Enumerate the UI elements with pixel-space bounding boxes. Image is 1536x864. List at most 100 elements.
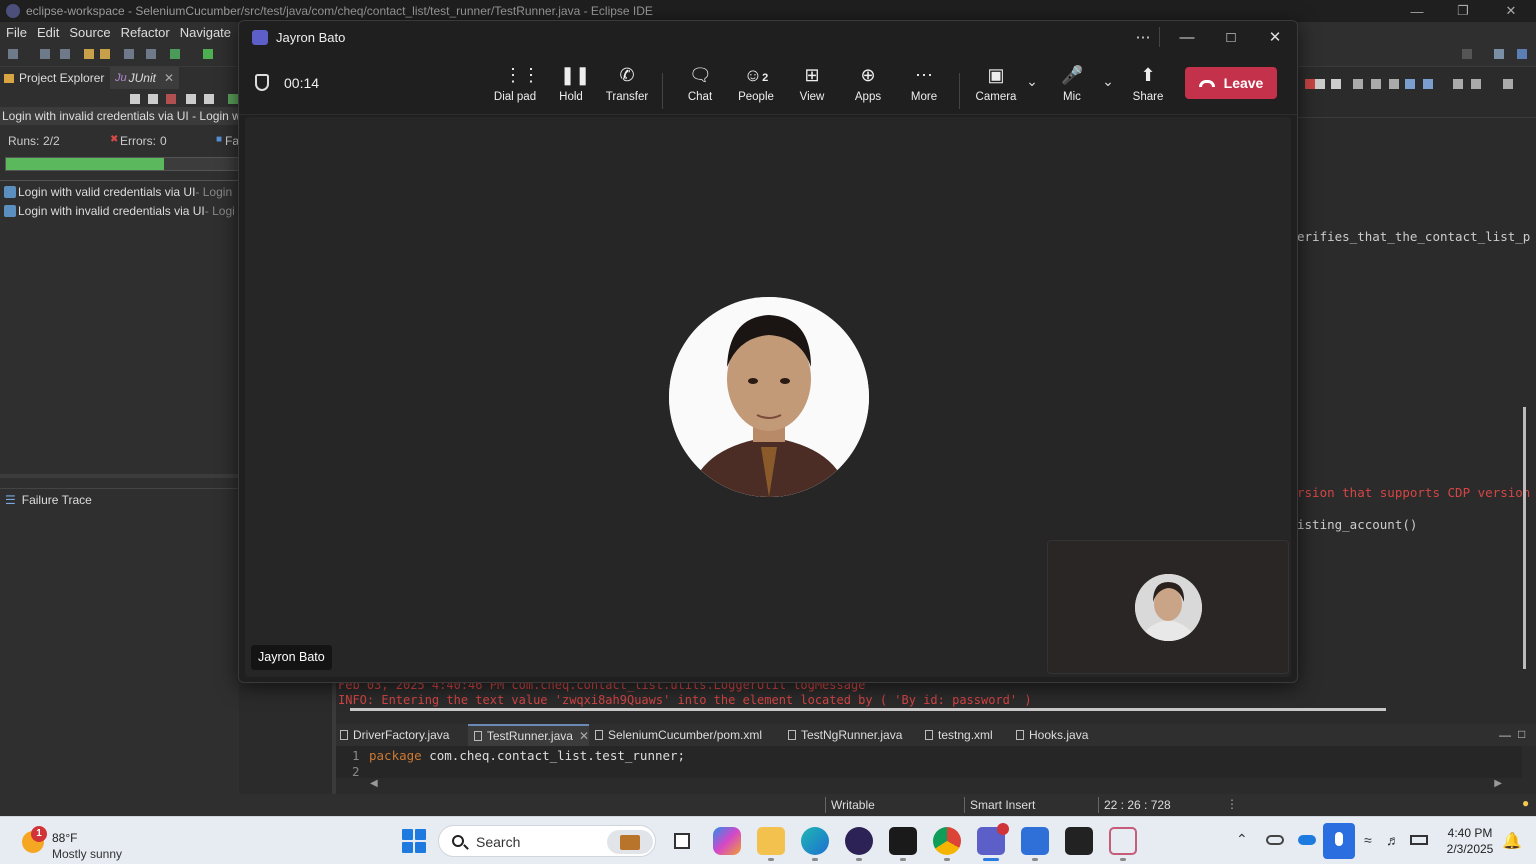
rerun-failed-icon[interactable] xyxy=(228,94,238,104)
apps-button[interactable]: ⊕ Apps xyxy=(840,61,896,109)
close-icon[interactable]: ✕ xyxy=(579,729,589,743)
teams-icon[interactable] xyxy=(977,823,1009,855)
status-menu-icon[interactable]: ⋮ xyxy=(1226,797,1238,811)
task-view-icon[interactable] xyxy=(668,827,696,855)
console-icon-2[interactable] xyxy=(1371,79,1381,89)
tab-pom[interactable]: SeleniumCucumber/pom.xml xyxy=(595,724,775,746)
console-icon-3[interactable] xyxy=(1389,79,1399,89)
tab-hooks[interactable]: Hooks.java xyxy=(1016,724,1106,746)
chat-button[interactable]: 🗨 Chat xyxy=(672,61,728,109)
mic-button[interactable]: 🎤 Mic xyxy=(1044,61,1100,109)
view-button[interactable]: ⊞ View xyxy=(784,61,840,109)
maximize-editor-icon[interactable]: □ xyxy=(1518,727,1525,741)
tab-testrunner[interactable]: TestRunner.java ✕ xyxy=(468,724,589,746)
perspective-icon[interactable] xyxy=(1494,49,1504,59)
tab-project-explorer[interactable]: Project Explorer xyxy=(4,67,104,89)
console-icon[interactable] xyxy=(1353,79,1363,89)
code-editor[interactable]: 1 package com.cheq.contact_list.test_run… xyxy=(336,746,1522,779)
console-scrollbar[interactable] xyxy=(1523,407,1526,669)
teams-minimize-button[interactable]: — xyxy=(1165,21,1209,53)
undo-icon[interactable] xyxy=(84,49,94,59)
eclipse-close-button[interactable]: ✕ xyxy=(1488,0,1534,22)
eclipse-restore-button[interactable]: ❐ xyxy=(1440,0,1486,22)
snipping-tool-icon[interactable] xyxy=(1109,827,1137,855)
camera-options-chevron-down-icon[interactable]: ⌄ xyxy=(1024,73,1040,93)
toolbar-icon-2[interactable] xyxy=(146,49,156,59)
toolbar-icon-3[interactable] xyxy=(1305,79,1315,89)
menu-source[interactable]: Source xyxy=(69,25,110,40)
tab-testngrunner[interactable]: TestNgRunner.java xyxy=(788,724,916,746)
new-icon[interactable] xyxy=(8,49,18,59)
eclipse-icon[interactable] xyxy=(845,827,873,855)
editor-hscrollbar[interactable]: ◀ ▶ xyxy=(366,778,1506,792)
tab-testng-xml[interactable]: testng.xml xyxy=(925,724,1005,746)
copilot-icon[interactable] xyxy=(713,827,741,855)
weather-widget[interactable]: 1 88°F Mostly sunny xyxy=(20,823,140,861)
onedrive-icon[interactable] xyxy=(1266,835,1284,845)
remove-launch-icon[interactable] xyxy=(1315,79,1325,89)
rerun-icon[interactable] xyxy=(204,94,214,104)
start-button[interactable] xyxy=(402,829,426,853)
hold-button[interactable]: ❚❚ Hold xyxy=(543,61,599,109)
next-failure-icon[interactable] xyxy=(130,94,140,104)
display-console-icon[interactable] xyxy=(1423,79,1433,89)
test-row[interactable]: Login with valid credentials via UI - Lo… xyxy=(4,183,239,201)
redo-icon[interactable] xyxy=(100,49,110,59)
debug-icon[interactable] xyxy=(170,49,180,59)
open-console-icon[interactable] xyxy=(1471,79,1481,89)
previous-failure-icon[interactable] xyxy=(148,94,158,104)
terminal-icon[interactable] xyxy=(1065,827,1093,855)
edge-icon[interactable] xyxy=(801,827,829,855)
cloud-icon[interactable] xyxy=(1298,835,1316,845)
taskbar-search[interactable]: Search xyxy=(438,825,656,857)
search-icon[interactable] xyxy=(1462,49,1472,59)
panel-scrollbar[interactable] xyxy=(0,474,239,478)
history-icon[interactable] xyxy=(186,94,196,104)
volume-icon[interactable]: ♬ xyxy=(1386,832,1400,848)
scroll-right-icon[interactable]: ▶ xyxy=(1494,778,1502,789)
share-button[interactable]: ⬆ Share xyxy=(1120,61,1176,109)
file-explorer-icon[interactable] xyxy=(757,827,785,855)
menu-refactor[interactable]: Refactor xyxy=(121,25,170,40)
camera-button[interactable]: ▣ Camera xyxy=(968,61,1024,109)
java-perspective-icon[interactable] xyxy=(1517,49,1527,59)
people-button[interactable]: ☺2 People xyxy=(728,61,784,109)
battery-icon[interactable] xyxy=(1410,835,1428,845)
dial-pad-button[interactable]: ⋮⋮ Dial pad xyxy=(487,61,543,109)
run-icon[interactable] xyxy=(203,49,213,59)
mic-options-chevron-down-icon[interactable]: ⌄ xyxy=(1100,73,1116,93)
remove-all-icon[interactable] xyxy=(1331,79,1341,89)
self-view-tile[interactable] xyxy=(1047,540,1289,674)
wifi-icon[interactable]: ≈ xyxy=(1364,832,1372,848)
microphone-tray-icon[interactable] xyxy=(1323,823,1355,859)
view-menu-icon[interactable] xyxy=(1503,79,1513,89)
new-console-icon[interactable] xyxy=(1453,79,1463,89)
more-button[interactable]: ⋯ More xyxy=(896,61,952,109)
save-all-icon[interactable] xyxy=(60,49,70,59)
save-icon[interactable] xyxy=(40,49,50,59)
leave-button[interactable]: Leave xyxy=(1185,67,1277,99)
scroll-left-icon[interactable]: ◀ xyxy=(370,778,378,789)
show-failures-icon[interactable] xyxy=(166,94,176,104)
toolbar-icon-1[interactable] xyxy=(124,49,134,59)
tab-driverfactory[interactable]: DriverFactory.java xyxy=(340,724,468,746)
menu-navigate[interactable]: Navigate xyxy=(180,25,231,40)
teams-maximize-button[interactable]: □ xyxy=(1209,21,1253,53)
pin-console-icon[interactable] xyxy=(1405,79,1415,89)
eclipse-minimize-button[interactable]: — xyxy=(1394,0,1440,22)
chrome-icon[interactable] xyxy=(933,827,961,855)
taskbar-clock[interactable]: 4:40 PM 2/3/2025 xyxy=(1440,825,1500,857)
chevron-up-icon[interactable]: ⌃ xyxy=(1236,831,1248,848)
notifications-icon[interactable]: 🔔 xyxy=(1502,831,1522,851)
transfer-button[interactable]: ✆ Transfer xyxy=(599,61,655,109)
test-row[interactable]: Login with invalid credentials via UI - … xyxy=(4,202,239,220)
menu-file[interactable]: File xyxy=(6,25,27,40)
intellij-icon[interactable] xyxy=(889,827,917,855)
console-hscrollbar[interactable] xyxy=(350,708,1386,711)
menu-edit[interactable]: Edit xyxy=(37,25,59,40)
tab-junit[interactable]: Ju JUnit ✕ xyxy=(110,67,180,89)
teams-close-button[interactable]: ✕ xyxy=(1253,21,1297,53)
minimize-editor-icon[interactable]: — xyxy=(1499,728,1511,742)
notepad-icon[interactable] xyxy=(1021,827,1049,855)
close-icon[interactable]: ✕ xyxy=(164,71,174,85)
